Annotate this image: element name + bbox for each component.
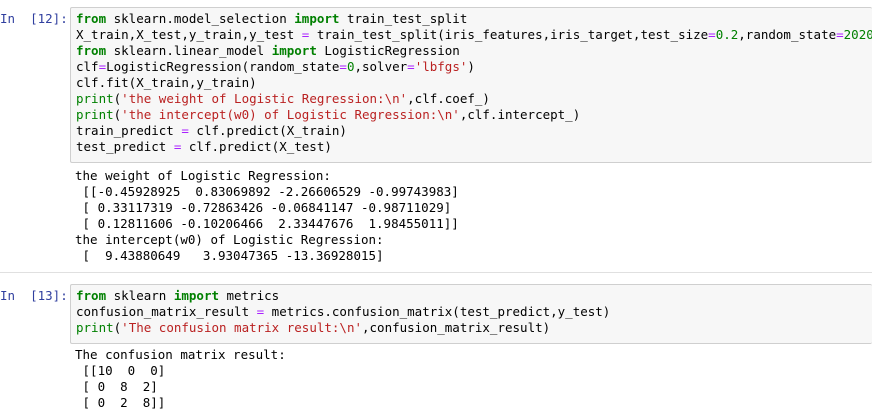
code-token: LogisticRegression	[316, 43, 460, 58]
code-token-bi: print	[76, 107, 114, 122]
code-token-op: =	[98, 59, 107, 74]
code-line: clf=LogisticRegression(random_state=0,so…	[71, 59, 872, 75]
output-line: [ 9.43880649 3.93047365 -13.36928015]	[75, 248, 384, 263]
code-token-op: =	[339, 59, 347, 74]
cell-divider	[0, 272, 872, 273]
code-token: metrics	[219, 288, 280, 303]
code-line: print('the weight of Logistic Regression…	[71, 91, 872, 107]
output-line: [ 0 2 8]]	[75, 395, 166, 410]
code-token: test_predict	[76, 139, 174, 154]
code-token-kw: from	[76, 11, 107, 26]
code-token: X_train,X_test,y_train,y_test	[76, 27, 302, 42]
code-token: train_test_split	[339, 11, 468, 26]
code-token-op: =	[407, 59, 415, 74]
code-token-bi: print	[76, 91, 114, 106]
code-token: ,clf.coef_)	[407, 91, 490, 106]
code-line: clf.fit(X_train,y_train)	[71, 75, 872, 91]
cell-output: The confusion matrix result: [[10 0 0] […	[70, 347, 872, 411]
code-token: )	[467, 59, 475, 74]
output-line: [ 0.33117319 -0.72863426 -0.06841147 -0.…	[75, 200, 452, 215]
code-token-str: 'the weight of Logistic Regression:\n'	[121, 91, 408, 106]
code-token: clf	[76, 59, 99, 74]
code-token-str: 'the intercept(w0) of Logistic Regressio…	[121, 107, 460, 122]
output-line: [[10 0 0]	[75, 363, 166, 378]
cell-prompt: In [12]:	[0, 11, 68, 26]
code-token-str: 'The confusion matrix result:\n'	[121, 320, 362, 335]
code-token-kw: from	[76, 43, 107, 58]
code-token-kw: import	[294, 11, 340, 26]
code-token: metrics.confusion_matrix(test_predict,y_…	[264, 304, 611, 319]
output-line: the intercept(w0) of Logistic Regression…	[75, 232, 384, 247]
code-line: print('The confusion matrix result:\n',c…	[71, 320, 872, 336]
code-token-kw: import	[173, 288, 219, 303]
code-line: X_train,X_test,y_train,y_test = train_te…	[71, 27, 872, 43]
code-token: clf.predict(X_train)	[188, 123, 347, 138]
code-token: LogisticRegression(random_state	[106, 59, 340, 74]
code-input[interactable]: from sklearn.model_selection import trai…	[70, 7, 872, 163]
cell-prompt: In [13]:	[0, 288, 68, 303]
code-line: from sklearn.linear_model import Logisti…	[71, 43, 872, 59]
code-line: from sklearn import metrics	[71, 288, 872, 304]
code-token: clf.predict(X_test)	[181, 139, 332, 154]
output-line: [ 0 8 2]	[75, 379, 158, 394]
code-token-kw: import	[271, 43, 317, 58]
code-token: ,clf.intercept_)	[459, 107, 581, 122]
output-line: [ 0.12811606 -0.10206466 2.33447676 1.98…	[75, 216, 459, 231]
code-token: sklearn	[106, 288, 174, 303]
code-line: train_predict = clf.predict(X_train)	[71, 123, 872, 139]
code-token: confusion_matrix_result	[76, 304, 257, 319]
code-token: sklearn.model_selection	[106, 11, 295, 26]
code-token-num: 0.2	[715, 27, 739, 42]
code-token-str: 'lbfgs'	[414, 59, 468, 74]
output-line: the weight of Logistic Regression:	[75, 168, 331, 183]
output-line: The confusion matrix result:	[75, 347, 286, 362]
cell-output: the weight of Logistic Regression: [[-0.…	[70, 168, 872, 264]
code-token-op: =	[836, 27, 844, 42]
output-line: [[-0.45928925 0.83069892 -2.26606529 -0.…	[75, 184, 459, 199]
code-line: confusion_matrix_result = metrics.confus…	[71, 304, 872, 320]
code-token-num: 2020	[843, 27, 872, 42]
code-token-bi: print	[76, 320, 114, 335]
code-token: ,confusion_matrix_result)	[362, 320, 551, 335]
code-line: test_predict = clf.predict(X_test)	[71, 139, 872, 155]
code-token: ,random_state	[738, 27, 837, 42]
code-token: train_test_split(iris_features,iris_targ…	[309, 27, 709, 42]
code-line: from sklearn.model_selection import trai…	[71, 11, 872, 27]
code-token: train_predict	[76, 123, 182, 138]
code-input[interactable]: from sklearn import metrics confusion_mat…	[70, 284, 872, 344]
code-cell-12[interactable]: In [12]: from sklearn.model_selection im…	[0, 0, 872, 272]
code-token: sklearn.linear_model	[106, 43, 272, 58]
code-token-op: =	[708, 27, 716, 42]
code-cell-13[interactable]: In [13]: from sklearn import metrics conf…	[0, 280, 872, 413]
code-line: print('the intercept(w0) of Logistic Reg…	[71, 107, 872, 123]
code-token-op: =	[181, 123, 189, 138]
code-token: clf.fit(X_train,y_train)	[76, 75, 257, 90]
code-token-kw: from	[76, 288, 107, 303]
code-token: ,solver	[354, 59, 408, 74]
